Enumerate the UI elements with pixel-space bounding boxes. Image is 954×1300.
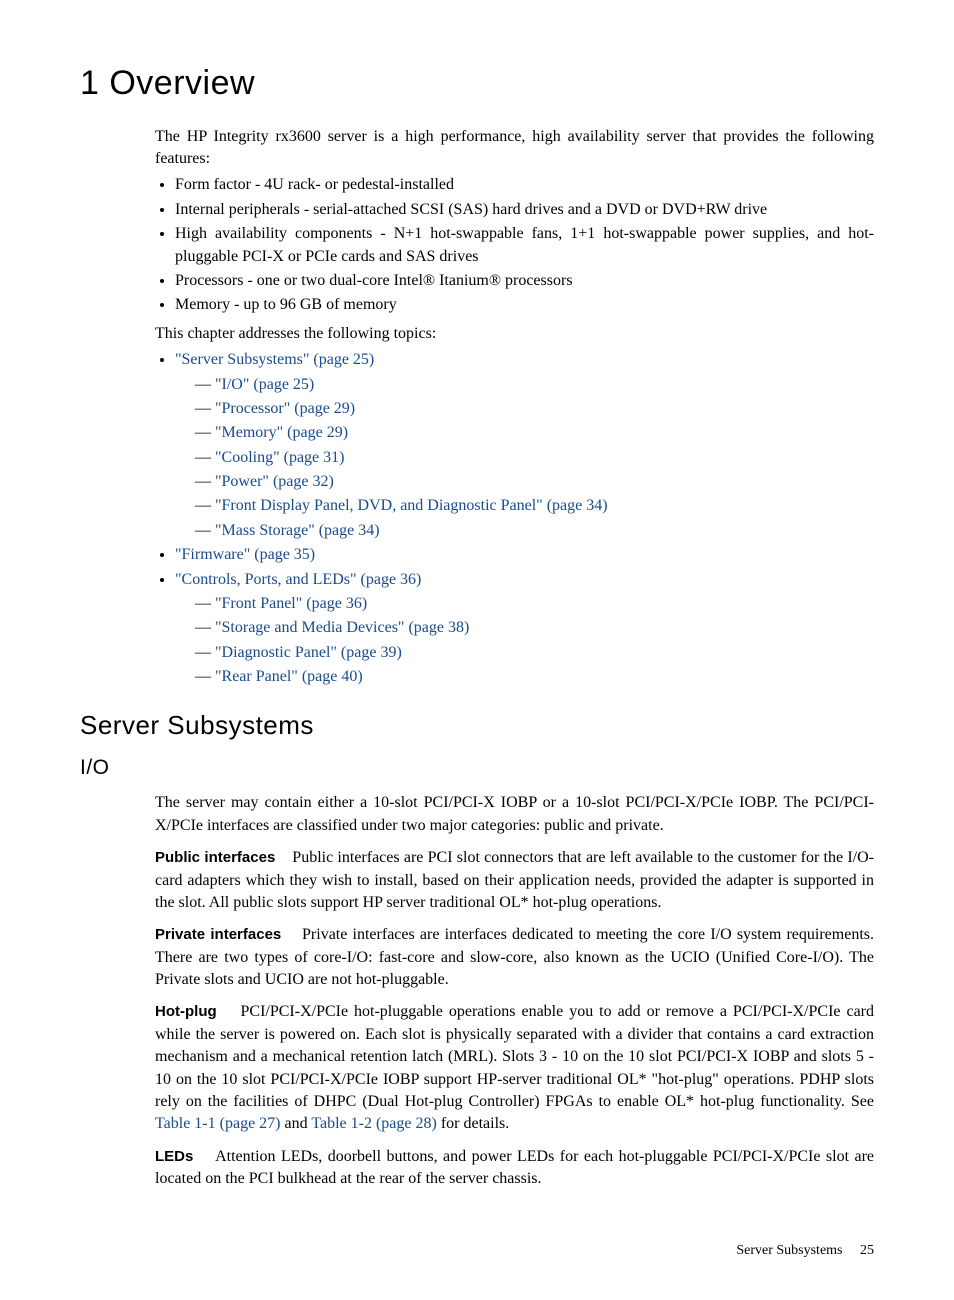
list-item: Processors - one or two dual-core Intel®… (175, 270, 874, 292)
run-in-heading: Private interfaces (155, 926, 281, 943)
transition-text: This chapter addresses the following top… (155, 323, 874, 345)
footer-section-name: Server Subsystems (736, 1243, 842, 1258)
section-heading-server-subsystems: Server Subsystems (80, 707, 874, 743)
list-item: "Memory" (page 29) (195, 422, 874, 444)
list-item: "Server Subsystems" (page 25) "I/O" (pag… (175, 349, 874, 542)
section-heading-io: I/O (80, 753, 874, 782)
list-item: "Front Panel" (page 36) (195, 593, 874, 615)
list-item: "Power" (page 32) (195, 471, 874, 493)
list-item: Memory - up to 96 GB of memory (175, 294, 874, 316)
topic-link[interactable]: "Front Panel" (page 36) (215, 595, 367, 612)
list-item: "Diagnostic Panel" (page 39) (195, 642, 874, 664)
paragraph-body: for details. (437, 1115, 509, 1132)
sub-topic-list: "I/O" (page 25) "Processor" (page 29) "M… (175, 374, 874, 543)
paragraph-body: and (281, 1115, 312, 1132)
topic-link[interactable]: "Firmware" (page 35) (175, 546, 315, 563)
topic-link[interactable]: "Mass Storage" (page 34) (215, 522, 380, 539)
topic-link[interactable]: "Controls, Ports, and LEDs" (page 36) (175, 571, 421, 588)
topic-link[interactable]: "Cooling" (page 31) (215, 449, 344, 466)
topic-link[interactable]: "Power" (page 32) (215, 473, 334, 490)
list-item: "Controls, Ports, and LEDs" (page 36) "F… (175, 569, 874, 689)
list-item: "Mass Storage" (page 34) (195, 520, 874, 542)
private-interfaces-paragraph: Private interfaces Private interfaces ar… (155, 924, 874, 991)
topic-link[interactable]: "I/O" (page 25) (215, 376, 314, 393)
list-item: "Cooling" (page 31) (195, 447, 874, 469)
topics-list: "Server Subsystems" (page 25) "I/O" (pag… (155, 349, 874, 688)
topic-link[interactable]: "Diagnostic Panel" (page 39) (215, 644, 402, 661)
list-item: "Storage and Media Devices" (page 38) (195, 617, 874, 639)
topic-link[interactable]: "Processor" (page 29) (215, 400, 355, 417)
page-footer: Server Subsystems 25 (80, 1241, 874, 1261)
intro-paragraph: The HP Integrity rx3600 server is a high… (155, 126, 874, 171)
topic-link[interactable]: "Rear Panel" (page 40) (215, 668, 363, 685)
topic-link[interactable]: "Memory" (page 29) (215, 424, 348, 441)
list-item: "I/O" (page 25) (195, 374, 874, 396)
public-interfaces-paragraph: Public interfaces Public interfaces are … (155, 847, 874, 914)
list-item: "Firmware" (page 35) (175, 544, 874, 566)
run-in-heading: LEDs (155, 1148, 193, 1165)
paragraph-body: PCI/PCI-X/PCIe hot-pluggable operations … (155, 1003, 874, 1110)
table-link[interactable]: Table 1-2 (page 28) (311, 1115, 437, 1132)
list-item: Internal peripherals - serial-attached S… (175, 199, 874, 221)
table-link[interactable]: Table 1-1 (page 27) (155, 1115, 281, 1132)
run-in-heading: Hot-plug (155, 1003, 217, 1020)
leds-paragraph: LEDs Attention LEDs, doorbell buttons, a… (155, 1146, 874, 1191)
io-intro-paragraph: The server may contain either a 10-slot … (155, 792, 874, 837)
topic-link[interactable]: "Storage and Media Devices" (page 38) (215, 619, 469, 636)
paragraph-body: Attention LEDs, doorbell buttons, and po… (155, 1148, 874, 1187)
list-item: "Front Display Panel, DVD, and Diagnosti… (195, 495, 874, 517)
list-item: "Rear Panel" (page 40) (195, 666, 874, 688)
list-item: High availability components - N+1 hot-s… (175, 223, 874, 268)
sub-topic-list: "Front Panel" (page 36) "Storage and Med… (175, 593, 874, 689)
chapter-title: 1 Overview (80, 60, 874, 108)
feature-list: Form factor - 4U rack- or pedestal-insta… (155, 174, 874, 316)
list-item: "Processor" (page 29) (195, 398, 874, 420)
footer-page-number: 25 (860, 1243, 874, 1258)
topic-link[interactable]: "Server Subsystems" (page 25) (175, 351, 374, 368)
list-item: Form factor - 4U rack- or pedestal-insta… (175, 174, 874, 196)
run-in-heading: Public interfaces (155, 849, 275, 866)
hot-plug-paragraph: Hot-plug PCI/PCI-X/PCIe hot-pluggable op… (155, 1001, 874, 1135)
topic-link[interactable]: "Front Display Panel, DVD, and Diagnosti… (215, 497, 608, 514)
